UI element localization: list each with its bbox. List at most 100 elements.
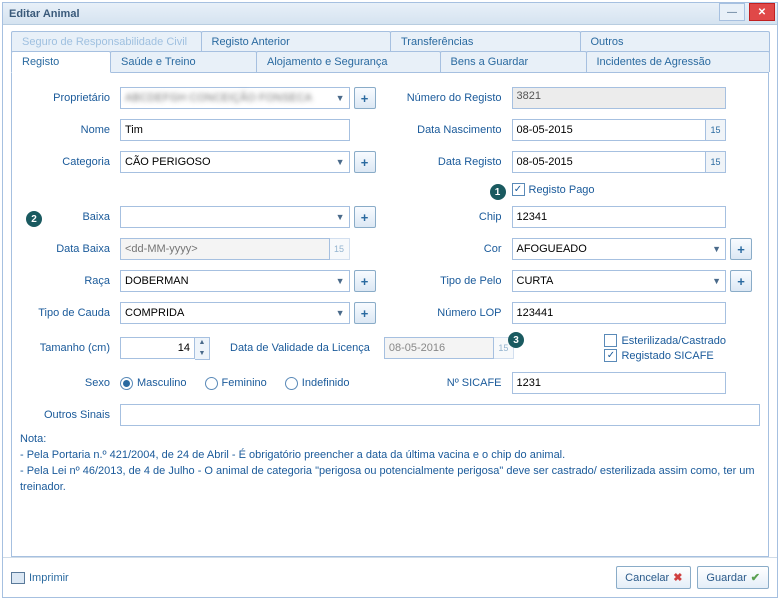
window-title: Editar Animal bbox=[9, 8, 80, 20]
cor-value: AFOGUEADO bbox=[517, 243, 587, 255]
radio-icon bbox=[285, 377, 298, 390]
add-baixa-button[interactable]: + bbox=[354, 206, 376, 228]
nota-line-1: - Pela Portaria n.º 421/2004, de 24 de A… bbox=[20, 448, 760, 464]
nota-line-2: - Pela Lei nº 46/2013, de 4 de Julho - O… bbox=[20, 464, 760, 496]
sexo-masculino[interactable]: Masculino bbox=[120, 377, 187, 390]
data-baixa-input bbox=[120, 238, 330, 260]
outros-sinais-input[interactable] bbox=[120, 404, 760, 426]
tipo-cauda-value: COMPRIDA bbox=[125, 307, 184, 319]
n-sicafe-input[interactable] bbox=[512, 372, 727, 394]
chevron-down-icon: ▼ bbox=[712, 276, 721, 286]
numero-registo-field: 3821 bbox=[512, 87, 727, 109]
spinner-down[interactable]: ▼ bbox=[195, 348, 209, 359]
tamanho-licenca-row: ▲ ▼ Data de Validade da Licença 15 3 bbox=[120, 334, 726, 362]
calendar-icon: 15 bbox=[330, 238, 350, 260]
tab-registo[interactable]: Registo bbox=[11, 51, 111, 73]
calendar-icon[interactable]: 15 bbox=[706, 119, 726, 141]
add-categoria-button[interactable]: + bbox=[354, 151, 376, 173]
calendar-icon[interactable]: 15 bbox=[706, 151, 726, 173]
chevron-down-icon: ▼ bbox=[336, 157, 345, 167]
add-proprietario-button[interactable]: + bbox=[354, 87, 376, 109]
print-button[interactable]: Imprimir bbox=[11, 572, 69, 584]
label-numero-registo: Número do Registo bbox=[388, 92, 508, 104]
guardar-button[interactable]: Guardar ✔ bbox=[697, 566, 769, 589]
sexo-indefinido[interactable]: Indefinido bbox=[285, 377, 350, 390]
data-nasc-input[interactable] bbox=[512, 119, 707, 141]
tab-seguro[interactable]: Seguro de Responsabilidade Civil bbox=[11, 31, 202, 52]
registo-pago-checkbox[interactable]: ✓ bbox=[512, 183, 525, 196]
close-icon: ✖ bbox=[673, 571, 682, 584]
dialog-content: Seguro de Responsabilidade Civil Registo… bbox=[3, 25, 777, 557]
add-tipo-pelo-button[interactable]: + bbox=[730, 270, 752, 292]
spinner-buttons: ▲ ▼ bbox=[195, 337, 210, 360]
tab-registo-anterior[interactable]: Registo Anterior bbox=[201, 31, 392, 52]
chevron-down-icon: ▼ bbox=[712, 244, 721, 254]
label-tipo-cauda: Tipo de Cauda bbox=[20, 307, 116, 319]
label-data-registo: Data Registo bbox=[388, 156, 508, 168]
badge-2: 2 bbox=[26, 211, 42, 227]
lower-tab-strip: Registo Saúde e Treino Alojamento e Segu… bbox=[11, 51, 769, 73]
tab-outros[interactable]: Outros bbox=[580, 31, 771, 52]
add-cor-button[interactable]: + bbox=[730, 238, 752, 260]
numero-lop-input[interactable] bbox=[512, 302, 727, 324]
form-grid: Proprietário ABCDEFGH CONCEIÇÃO FONSECA … bbox=[20, 87, 760, 426]
data-registo-input[interactable] bbox=[512, 151, 707, 173]
form-area: Proprietário ABCDEFGH CONCEIÇÃO FONSECA … bbox=[11, 73, 769, 557]
add-raca-button[interactable]: + bbox=[354, 270, 376, 292]
tipo-pelo-value: CURTA bbox=[517, 275, 554, 287]
tipo-cauda-select[interactable]: COMPRIDA ▼ bbox=[120, 302, 350, 324]
raca-select[interactable]: DOBERMAN ▼ bbox=[120, 270, 350, 292]
tipo-pelo-select[interactable]: CURTA ▼ bbox=[512, 270, 727, 292]
nota-header: Nota: bbox=[20, 432, 760, 448]
registo-pago-row: 1 ✓ Registo Pago bbox=[512, 183, 727, 196]
tamanho-spinner[interactable]: ▲ ▼ bbox=[120, 337, 210, 360]
label-raca: Raça bbox=[20, 275, 116, 287]
tamanho-input[interactable] bbox=[120, 337, 195, 359]
label-data-baixa: Data Baixa bbox=[20, 243, 116, 255]
tab-saude[interactable]: Saúde e Treino bbox=[110, 51, 257, 72]
proprietario-select[interactable]: ABCDEFGH CONCEIÇÃO FONSECA ▼ bbox=[120, 87, 350, 109]
label-sexo: Sexo bbox=[20, 377, 116, 389]
cor-select[interactable]: AFOGUEADO ▼ bbox=[512, 238, 727, 260]
label-data-nasc: Data Nascimento bbox=[388, 124, 508, 136]
sicafe-checkbox[interactable]: ✓ bbox=[604, 349, 617, 362]
window-controls: — ✕ bbox=[717, 3, 777, 24]
nota-block: Nota: - Pela Portaria n.º 421/2004, de 2… bbox=[20, 432, 760, 496]
badge-1: 1 bbox=[490, 184, 506, 200]
label-data-validade: Data de Validade da Licença bbox=[218, 342, 376, 354]
edit-animal-dialog: Editar Animal — ✕ Seguro de Responsabili… bbox=[2, 2, 778, 598]
label-chip: Chip bbox=[388, 211, 508, 223]
chip-input[interactable] bbox=[512, 206, 727, 228]
label-tamanho: Tamanho (cm) bbox=[20, 342, 116, 354]
label-numero-lop: Número LOP bbox=[388, 307, 508, 319]
tab-bens[interactable]: Bens a Guardar bbox=[440, 51, 587, 72]
sexo-radio-group: Masculino Feminino Indefinido bbox=[120, 377, 350, 390]
label-tipo-pelo: Tipo de Pelo bbox=[388, 275, 508, 287]
add-tipo-cauda-button[interactable]: + bbox=[354, 302, 376, 324]
tab-alojamento[interactable]: Alojamento e Segurança bbox=[256, 51, 441, 72]
chevron-down-icon: ▼ bbox=[336, 276, 345, 286]
radio-icon bbox=[205, 377, 218, 390]
minimize-button[interactable]: — bbox=[719, 3, 745, 21]
button-bar: Imprimir Cancelar ✖ Guardar ✔ bbox=[3, 557, 777, 597]
categoria-select[interactable]: CÃO PERIGOSO ▼ bbox=[120, 151, 350, 173]
close-button[interactable]: ✕ bbox=[749, 3, 775, 21]
spinner-up[interactable]: ▲ bbox=[195, 338, 209, 349]
proprietario-value: ABCDEFGH CONCEIÇÃO FONSECA bbox=[125, 92, 312, 104]
categoria-value: CÃO PERIGOSO bbox=[125, 156, 211, 168]
tab-transferencias[interactable]: Transferências bbox=[390, 31, 581, 52]
label-outros-sinais: Outros Sinais bbox=[20, 409, 116, 421]
titlebar: Editar Animal — ✕ bbox=[3, 3, 777, 25]
sexo-feminino[interactable]: Feminino bbox=[205, 377, 267, 390]
badge-3: 3 bbox=[508, 332, 524, 348]
tab-incidentes[interactable]: Incidentes de Agressão bbox=[586, 51, 771, 72]
baixa-select[interactable]: ▼ bbox=[120, 206, 350, 228]
label-baixa: 2 Baixa bbox=[20, 211, 116, 223]
data-validade-input bbox=[384, 337, 494, 359]
nome-input[interactable] bbox=[120, 119, 350, 141]
label-sicafe: Registado SICAFE bbox=[621, 350, 713, 362]
upper-tab-strip: Seguro de Responsabilidade Civil Registo… bbox=[11, 31, 769, 52]
cancelar-button[interactable]: Cancelar ✖ bbox=[616, 566, 691, 589]
label-proprietario: Proprietário bbox=[20, 92, 116, 104]
esterilizada-checkbox[interactable] bbox=[604, 334, 617, 347]
